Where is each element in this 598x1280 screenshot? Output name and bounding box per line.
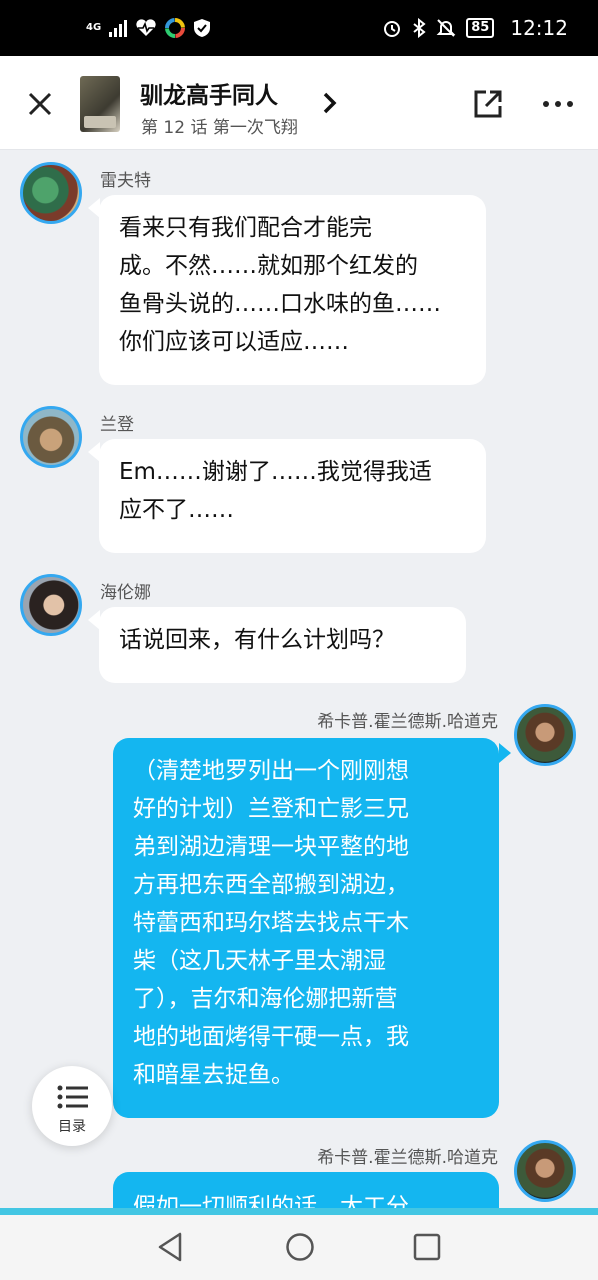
back-icon[interactable] <box>156 1231 186 1263</box>
chat-header: 驯龙高手同人 第 12 话 第一次飞翔 <box>0 56 598 150</box>
recent-apps-icon[interactable] <box>412 1232 442 1262</box>
battery-icon: 85 <box>466 18 495 38</box>
network-type: 4G <box>86 22 102 33</box>
heart-icon <box>136 19 156 36</box>
avatar-hiccup[interactable] <box>514 704 576 766</box>
message-line: 了），吉尔和海伦娜把新营 <box>133 986 398 1012</box>
avatar-hiccup[interactable] <box>514 1140 576 1202</box>
message-line: 应不了…… <box>119 497 234 523</box>
story-title[interactable]: 驯龙高手同人 <box>140 76 278 110</box>
avatar-character-3[interactable] <box>20 574 82 636</box>
story-cover-thumbnail[interactable] <box>80 76 120 132</box>
home-icon[interactable] <box>284 1231 316 1263</box>
share-icon <box>474 90 502 118</box>
message-line: 柴（这几天林子里太潮湿 <box>133 948 386 974</box>
speaker-name: 希卡普.霍兰德斯.哈道克 <box>317 1148 498 1168</box>
progress-strip <box>0 1208 598 1215</box>
bubble-tail <box>499 743 511 763</box>
clock: 12:12 <box>510 16 568 40</box>
status-left: 4G <box>86 18 211 38</box>
speaker-name: 雷夫特 <box>100 171 151 191</box>
message-line: 看来只有我们配合才能完 <box>119 215 372 241</box>
cover-mini-image <box>84 116 116 128</box>
speaker-name: 希卡普.霍兰德斯.哈道克 <box>317 712 498 732</box>
message-line: 弟到湖边清理一块平整的地 <box>133 834 409 860</box>
message-line: 特蕾西和玛尔塔去找点干木 <box>133 910 409 936</box>
message-line: 和暗星去捉鱼。 <box>133 1062 294 1088</box>
message-line: （清楚地罗列出一个刚刚想 <box>133 758 409 784</box>
message-bubble: （清楚地罗列出一个刚刚想 好的计划）兰登和亡影三兄 弟到湖边清理一块平整的地 方… <box>113 738 499 1118</box>
message-line: 好的计划）兰登和亡影三兄 <box>133 796 409 822</box>
message-bubble: Em……谢谢了……我觉得我适 应不了…… <box>99 439 486 553</box>
message-bubble: 假如一切顺利的话，太工分 <box>113 1172 499 1212</box>
shield-icon <box>194 19 211 37</box>
close-icon <box>28 92 52 116</box>
color-wheel-icon <box>165 18 186 38</box>
toc-label: 目录 <box>58 1119 86 1135</box>
speaker-name: 海伦娜 <box>100 583 151 603</box>
system-nav-bar <box>0 1215 598 1280</box>
message-bubble: 话说回来，有什么计划吗？ <box>99 607 466 683</box>
more-icon <box>543 101 573 107</box>
signal-icon <box>109 19 128 37</box>
message-line: 成。不然……就如那个红发的 <box>119 253 418 279</box>
message-line: 方再把东西全部搬到湖边， <box>133 872 409 898</box>
message-bubble: 看来只有我们配合才能完 成。不然……就如那个红发的 鱼骨头说的……口水味的鱼……… <box>99 195 486 385</box>
alarm-icon <box>384 21 401 37</box>
message-line: 鱼骨头说的……口水味的鱼…… <box>119 291 441 317</box>
more-button[interactable] <box>540 86 576 122</box>
message-line: Em……谢谢了……我觉得我适 <box>119 459 432 485</box>
message-line: 话说回来，有什么计划吗？ <box>119 627 395 653</box>
avatar-character-1[interactable] <box>20 162 82 224</box>
close-button[interactable] <box>22 86 58 122</box>
share-button[interactable] <box>470 86 506 122</box>
speaker-name: 兰登 <box>100 415 134 435</box>
avatar-character-2[interactable] <box>20 406 82 468</box>
chevron-right-icon[interactable] <box>320 86 340 128</box>
message-line: 地的地面烤得干硬一点，我 <box>133 1024 409 1050</box>
table-of-contents-button[interactable]: 目录 <box>32 1066 112 1146</box>
mute-icon <box>436 19 456 37</box>
message-line: 你们应该可以适应…… <box>119 329 349 355</box>
status-bar: 4G 85 12:12 <box>0 0 598 56</box>
list-icon <box>57 1085 88 1109</box>
status-right: 85 12:12 <box>382 16 568 40</box>
bluetooth-icon <box>413 18 426 38</box>
chapter-subtitle: 第 12 话 第一次飞翔 <box>141 118 298 138</box>
